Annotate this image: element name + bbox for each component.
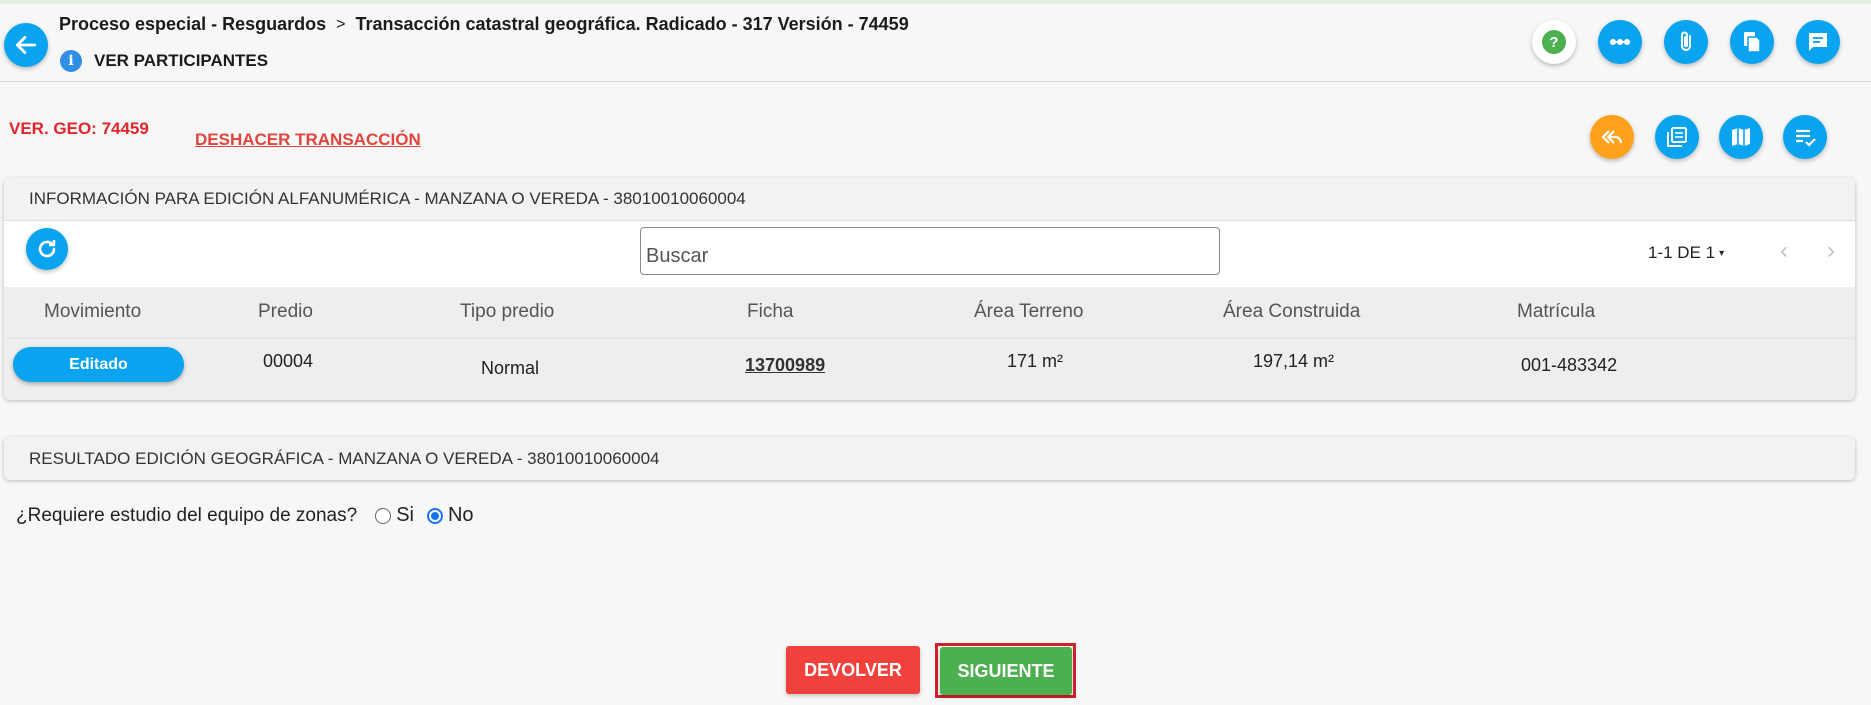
- table-toolbar: 1-1 DE 1 ▾ ‹ ›: [4, 221, 1855, 287]
- zones-study-question: ¿Requiere estudio del equipo de zonas? S…: [16, 504, 487, 527]
- column-header-matricula[interactable]: Matrícula: [1517, 301, 1595, 323]
- alfanumeric-panel-title: INFORMACIÓN PARA EDICIÓN ALFANUMÉRICA - …: [4, 178, 1855, 221]
- page-header: Proceso especial - Resguardos > Transacc…: [0, 4, 1871, 82]
- geographic-panel-title[interactable]: RESULTADO EDICIÓN GEOGRÁFICA - MANZANA O…: [4, 437, 1855, 480]
- cell-predio: 00004: [263, 351, 314, 371]
- pager-dropdown[interactable]: 1-1 DE 1 ▾: [1648, 243, 1724, 263]
- copy-icon: [1667, 127, 1687, 147]
- radio-no-label[interactable]: No: [448, 504, 474, 527]
- view-participants-label: VER PARTICIPANTES: [94, 51, 269, 70]
- cell-area-construida: 197,14 m²: [1253, 351, 1335, 371]
- workflow-button[interactable]: [1598, 20, 1642, 64]
- refresh-icon: [38, 240, 56, 258]
- map-button[interactable]: [1719, 115, 1763, 159]
- cell-tipo-predio: Normal: [481, 358, 540, 378]
- next-page-icon[interactable]: ›: [1827, 237, 1835, 265]
- radio-yes[interactable]: [375, 507, 392, 524]
- cell-ficha-link[interactable]: 13700989: [745, 355, 825, 376]
- attachment-button[interactable]: [1664, 20, 1708, 64]
- help-button[interactable]: ?: [1532, 20, 1576, 64]
- refresh-button[interactable]: [26, 228, 68, 270]
- return-all-button[interactable]: [1590, 115, 1634, 159]
- return-button[interactable]: DEVOLVER: [786, 646, 920, 694]
- table-header: Movimiento Predio Tipo predio Ficha Área…: [4, 287, 1855, 338]
- workflow-icon: [1610, 39, 1630, 45]
- column-header-tipo-predio[interactable]: Tipo predio: [460, 301, 554, 323]
- search-input[interactable]: [640, 227, 1220, 275]
- back-button[interactable]: [4, 23, 48, 67]
- breadcrumb-current: Transacción catastral geográfica. Radica…: [355, 14, 909, 34]
- pager-label: 1-1 DE 1: [1648, 243, 1716, 262]
- breadcrumb-parent[interactable]: Proceso especial - Resguardos: [59, 14, 326, 35]
- column-header-predio[interactable]: Predio: [258, 301, 313, 323]
- zones-study-label: ¿Requiere estudio del equipo de zonas?: [16, 504, 358, 526]
- arrow-left-icon: [15, 36, 37, 54]
- radio-yes-label[interactable]: Si: [396, 504, 414, 527]
- return-all-icon: [1601, 130, 1623, 144]
- table-row[interactable]: Editado 00004 Normal 13700989 171 m² 197…: [4, 338, 1855, 400]
- undo-transaction-link[interactable]: DESHACER TRANSACCIÓN: [195, 130, 421, 150]
- checklist-icon: [1796, 129, 1816, 147]
- comments-icon: [1809, 33, 1827, 51]
- breadcrumb: Proceso especial - Resguardos > Transacc…: [59, 14, 909, 35]
- breadcrumb-separator-icon: >: [336, 15, 346, 33]
- geographic-panel: RESULTADO EDICIÓN GEOGRÁFICA - MANZANA O…: [4, 437, 1855, 480]
- radio-no[interactable]: [426, 507, 443, 524]
- next-button[interactable]: SIGUIENTE: [940, 647, 1072, 695]
- checklist-button[interactable]: [1783, 115, 1827, 159]
- attachment-icon: [1681, 31, 1691, 51]
- chevron-down-icon: ▾: [1719, 247, 1725, 259]
- cell-matricula: 001-483342: [1521, 355, 1618, 375]
- alfanumeric-panel: INFORMACIÓN PARA EDICIÓN ALFANUMÉRICA - …: [4, 178, 1855, 400]
- view-participants-link[interactable]: i VER PARTICIPANTES: [60, 50, 268, 72]
- movement-badge[interactable]: Editado: [13, 347, 184, 382]
- column-header-movimiento[interactable]: Movimiento: [44, 301, 141, 323]
- column-header-area-construida[interactable]: Área Construida: [1223, 301, 1360, 323]
- documents-icon: [1744, 32, 1761, 53]
- comments-button[interactable]: [1796, 20, 1840, 64]
- geo-version-label: VER. GEO: 74459: [9, 119, 149, 138]
- copy-button[interactable]: [1655, 115, 1699, 159]
- map-icon: [1732, 128, 1750, 146]
- column-header-area-terreno[interactable]: Área Terreno: [974, 301, 1084, 323]
- documents-button[interactable]: [1730, 20, 1774, 64]
- column-header-ficha[interactable]: Ficha: [747, 301, 793, 323]
- prev-page-icon[interactable]: ‹: [1780, 237, 1788, 265]
- info-icon: i: [60, 50, 82, 72]
- svg-text:?: ?: [1549, 34, 1558, 51]
- cell-area-terreno: 171 m²: [1007, 351, 1064, 371]
- help-icon: ?: [1542, 30, 1566, 54]
